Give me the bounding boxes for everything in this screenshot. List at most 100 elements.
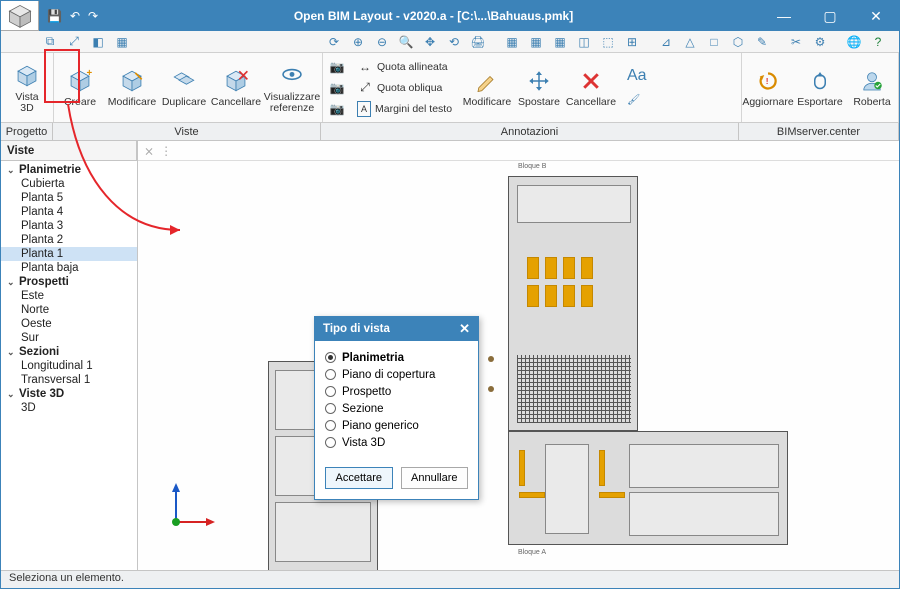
brush-button[interactable]: 🖌 xyxy=(623,90,651,110)
canvas[interactable]: Bloque B Bloque A xyxy=(138,161,899,570)
tool-icon[interactable]: ⊖ xyxy=(373,33,391,51)
tool-icon[interactable]: ⤢ xyxy=(65,33,83,51)
label: Vista 3D xyxy=(15,92,38,114)
tree-item[interactable]: Planta 2 xyxy=(1,233,137,247)
tool-icon[interactable]: ⟳ xyxy=(325,33,343,51)
tool-icon[interactable]: ▦ xyxy=(527,33,545,51)
tool-icon[interactable]: ⬚ xyxy=(599,33,617,51)
save-icon[interactable]: 💾 xyxy=(47,9,62,23)
user-icon xyxy=(858,67,886,95)
tool-icon[interactable]: ▦ xyxy=(551,33,569,51)
tree-group-prospetti[interactable]: ⌄Prospetti xyxy=(1,275,137,289)
aa-button[interactable]: Aa xyxy=(623,66,651,86)
tree-item[interactable]: Planta 3 xyxy=(1,219,137,233)
tree-item[interactable]: Planta 5 xyxy=(1,191,137,205)
tool-icon[interactable]: ⊕ xyxy=(349,33,367,51)
dialog-tipo-di-vista: Tipo di vista ✕ PlanimetriaPiano di cope… xyxy=(314,316,479,500)
tree-item[interactable]: Sur xyxy=(1,331,137,345)
tree-group-sezioni[interactable]: ⌄Sezioni xyxy=(1,345,137,359)
grid-icon[interactable]: ⋮ xyxy=(160,144,172,158)
tool-icon[interactable]: ▦ xyxy=(503,33,521,51)
axis-icon[interactable]: ⨯ xyxy=(144,144,154,158)
tool-icon[interactable]: ◫ xyxy=(575,33,593,51)
tree-item[interactable]: Planta baja xyxy=(1,261,137,275)
tool-icon[interactable]: ✥ xyxy=(421,33,439,51)
quota-obliqua-button[interactable]: ⤢Quota obliqua xyxy=(353,78,459,98)
tree-item[interactable]: Longitudinal 1 xyxy=(1,359,137,373)
anno-spostare-button[interactable]: Spostare xyxy=(513,53,565,122)
user-button[interactable]: Roberta xyxy=(846,53,898,122)
eye-icon xyxy=(278,62,306,90)
tree-item[interactable]: Planta 4 xyxy=(1,205,137,219)
tab-progetto: Progetto xyxy=(1,123,53,140)
anno-modificare-button[interactable]: Modificare xyxy=(461,53,513,122)
margini-testo-button[interactable]: AMargini del testo xyxy=(353,99,459,119)
cancel-button[interactable]: Annullare xyxy=(401,467,469,489)
radio-vista-3d[interactable]: Vista 3D xyxy=(325,434,468,451)
quota-stack: ↔Quota allineata ⤢Quota obliqua AMargini… xyxy=(351,53,461,122)
tool-icon[interactable]: ✂ xyxy=(787,33,805,51)
camera3-button[interactable]: 📷 xyxy=(325,99,349,119)
creare-button[interactable]: + Creare xyxy=(54,53,106,122)
radio-piano-generico[interactable]: Piano generico xyxy=(325,417,468,434)
svg-text:!: ! xyxy=(766,77,769,86)
tool-icon[interactable]: ⟲ xyxy=(445,33,463,51)
tree-item[interactable]: Cubierta xyxy=(1,177,137,191)
vista3d-button[interactable]: Vista 3D xyxy=(1,53,53,122)
tree-item[interactable]: Norte xyxy=(1,303,137,317)
undo-icon[interactable]: ↶ xyxy=(70,9,80,23)
modificare-button[interactable]: Modificare xyxy=(106,53,158,122)
camera2-button[interactable]: 📷 xyxy=(325,78,349,98)
radio-piano-di-copertura[interactable]: Piano di copertura xyxy=(325,366,468,383)
maximize-button[interactable]: ▢ xyxy=(807,1,853,31)
tool-icon[interactable]: ⊞ xyxy=(623,33,641,51)
anno-cancellare-button[interactable]: Cancellare xyxy=(565,53,617,122)
tool-icon[interactable]: ⚙ xyxy=(811,33,829,51)
accept-button[interactable]: Accettare xyxy=(325,467,393,489)
tool-icon[interactable]: ⊿ xyxy=(657,33,675,51)
tree-item[interactable]: Transversal 1 xyxy=(1,373,137,387)
chevron-down-icon: ⌄ xyxy=(7,389,16,400)
tree-item[interactable]: Este xyxy=(1,289,137,303)
tree-item[interactable]: 3D xyxy=(1,401,137,415)
tab-annotazioni: Annotazioni xyxy=(321,123,739,140)
visualizzare-referenze-button[interactable]: Visualizzare referenze xyxy=(262,53,322,122)
tree-item[interactable]: Oeste xyxy=(1,317,137,331)
help-icon[interactable]: ? xyxy=(869,33,887,51)
tool-icon[interactable]: ⬡ xyxy=(729,33,747,51)
camera1-button[interactable]: 📷 xyxy=(325,57,349,77)
radio-planimetria[interactable]: Planimetria xyxy=(325,349,468,366)
window-title: Open BIM Layout - v2020.a - [C:\...\Bahu… xyxy=(106,9,761,23)
text-margin-icon: A xyxy=(357,101,371,117)
redo-icon[interactable]: ↷ xyxy=(88,9,98,23)
tool-icon[interactable]: □ xyxy=(705,33,723,51)
tool-icon[interactable]: △ xyxy=(681,33,699,51)
quota-allineata-button[interactable]: ↔Quota allineata xyxy=(353,57,459,77)
tree-item[interactable]: Planta 1 xyxy=(1,247,137,261)
tool-icon[interactable]: ◧ xyxy=(89,33,107,51)
tool-icon[interactable]: ▦ xyxy=(113,33,131,51)
tool-icon[interactable]: 🔍 xyxy=(397,33,415,51)
minimize-button[interactable]: — xyxy=(761,1,807,31)
tool-icon[interactable]: ✎ xyxy=(753,33,771,51)
radio-prospetto[interactable]: Prospetto xyxy=(325,383,468,400)
radio-sezione[interactable]: Sezione xyxy=(325,400,468,417)
tool-icon[interactable]: 🖨 xyxy=(469,33,487,51)
help-icon[interactable]: 🌐 xyxy=(845,33,863,51)
aggiornare-button[interactable]: ! Aggiornare xyxy=(742,53,794,122)
duplicare-button[interactable]: Duplicare xyxy=(158,53,210,122)
tool-icon[interactable]: ⧉ xyxy=(41,33,59,51)
close-icon[interactable]: ✕ xyxy=(459,321,470,337)
cube-icon xyxy=(13,62,41,90)
tree-group-planimetrie[interactable]: ⌄Planimetrie xyxy=(1,163,137,177)
tree[interactable]: ⌄PlanimetrieCubiertaPlanta 5Planta 4Plan… xyxy=(1,161,137,570)
ribbon: Vista 3D + Creare Modificare Duplicare C… xyxy=(1,53,899,123)
dialog-title-bar[interactable]: Tipo di vista ✕ xyxy=(315,317,478,341)
app-icon xyxy=(1,1,39,31)
close-button[interactable]: ✕ xyxy=(853,1,899,31)
ribbon-group-progetto: Vista 3D xyxy=(1,53,54,122)
floorplan-block-b1 xyxy=(508,176,638,431)
cancellare-button[interactable]: Cancellare xyxy=(210,53,262,122)
esportare-button[interactable]: Esportare xyxy=(794,53,846,122)
tree-group-viste-3d[interactable]: ⌄Viste 3D xyxy=(1,387,137,401)
